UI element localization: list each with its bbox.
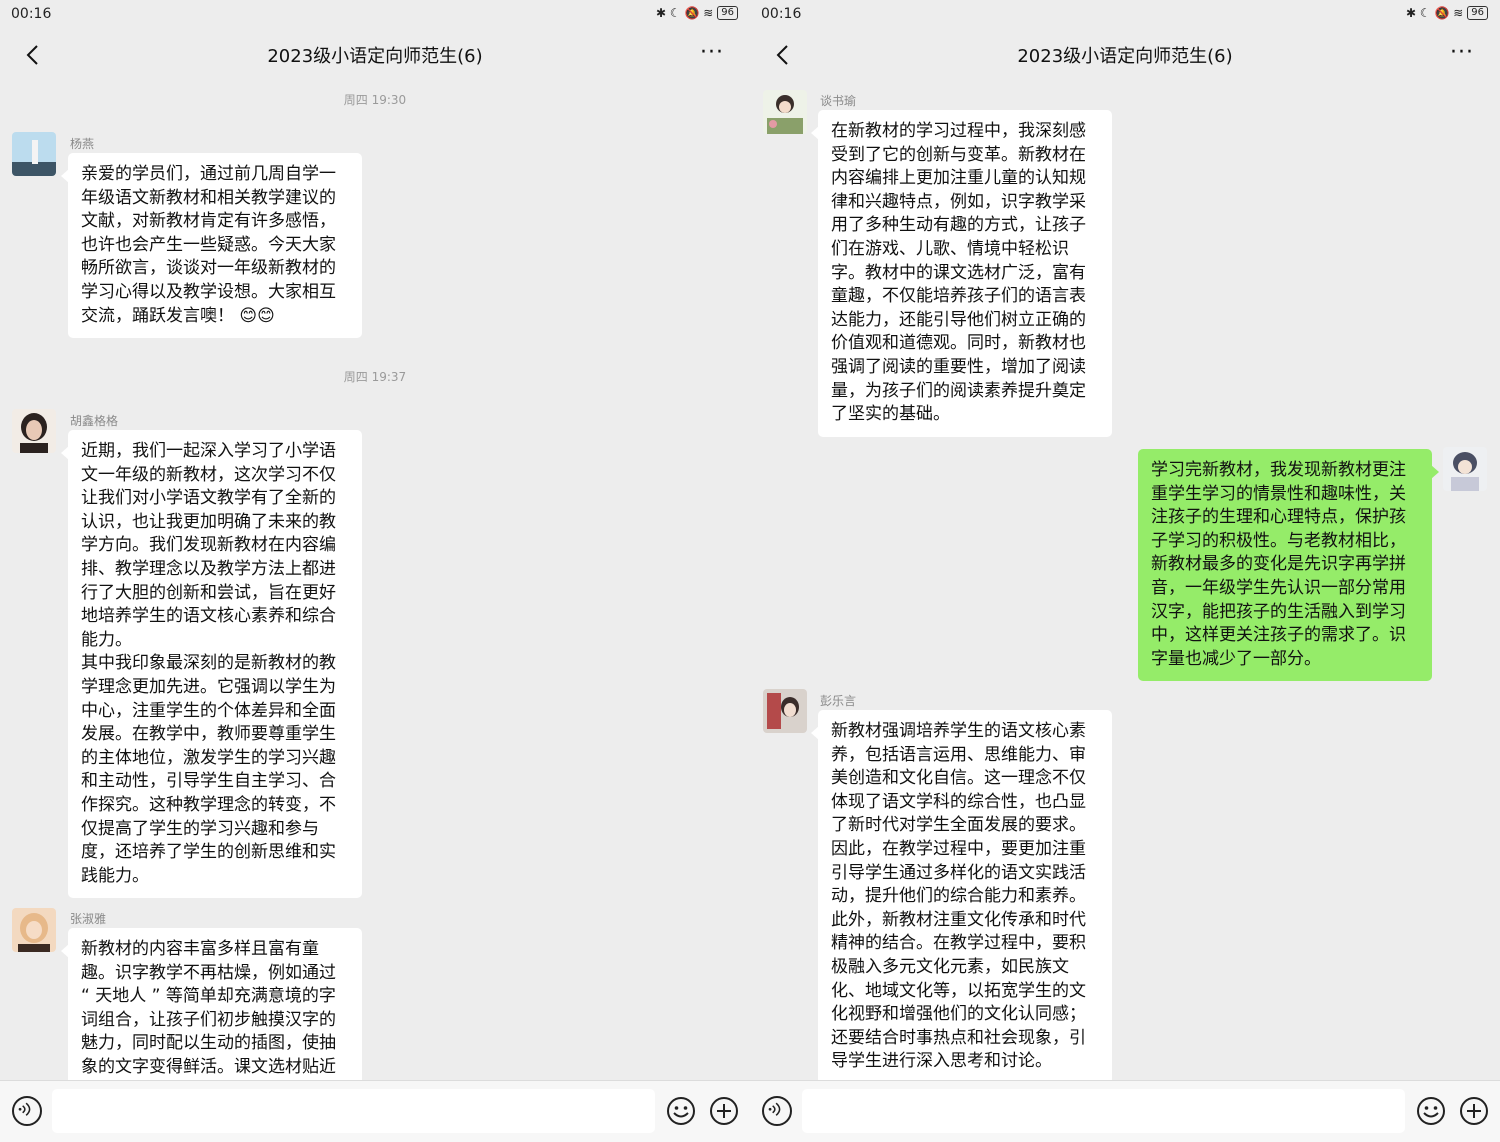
message-bubble[interactable]: 亲爱的学员们，通过前几周自学一 年级语文新教材和相关教学建议的 文献，对新教材肯… — [61, 153, 362, 339]
status-indicator-icons: ✱ ☾ 🔕 ≋ — [656, 6, 714, 20]
timestamp: 周四 19:37 — [343, 370, 407, 384]
chat-title: 2023级小语定向师范生(6) — [1017, 46, 1233, 67]
timestamp: 周四 19:30 — [343, 93, 407, 107]
battery-icon: 96 — [1467, 6, 1488, 20]
voice-input-button[interactable] — [762, 1096, 792, 1126]
message-bubble[interactable]: 近期，我们一起深入学习了小学语 文一年级的新教材，这次学习不仅 让我们对小学语文… — [61, 430, 362, 899]
status-bar: 00:16 ✱ ☾ 🔕 ≋ 96 — [750, 0, 1500, 30]
avatar[interactable] — [763, 689, 807, 733]
message-input[interactable] — [802, 1089, 1405, 1133]
avatar[interactable] — [12, 132, 56, 176]
input-bar — [750, 1080, 1500, 1142]
avatar-image — [12, 908, 56, 952]
battery-icon: 96 — [717, 6, 738, 20]
status-icons: ✱ ☾ 🔕 ≋ 96 — [1406, 6, 1488, 20]
sender-name: 彭乐言 — [820, 694, 857, 708]
status-indicator-icons: ✱ ☾ 🔕 ≋ — [1406, 6, 1464, 20]
message-bubble[interactable]: 新教材强调培养学生的语文核心素 养，包括语言运用、思维能力、审 美创造和文化自信… — [811, 710, 1112, 1080]
right-chat-screen: 00:16 ✱ ☾ 🔕 ≋ 96 2023级小语定向师范生(6) ··· 谈书瑜… — [750, 0, 1500, 1142]
sender-name: 谈书瑜 — [820, 94, 857, 108]
message-input[interactable] — [52, 1089, 655, 1133]
emoji-icon — [667, 1097, 695, 1125]
nav-bar: 2023级小语定向师范生(6) ··· — [750, 30, 1500, 80]
voice-icon — [768, 1102, 781, 1116]
avatar-image — [763, 90, 807, 134]
avatar[interactable] — [12, 908, 56, 952]
avatar-image — [12, 409, 56, 453]
status-time: 00:16 — [11, 6, 52, 22]
avatar-image — [1443, 447, 1487, 491]
status-time: 00:16 — [761, 6, 802, 22]
voice-icon — [18, 1102, 31, 1116]
status-bar: 00:16 ✱ ☾ 🔕 ≋ 96 — [0, 0, 750, 30]
message-bubble[interactable]: 新教材的内容丰富多样且富有童 趣。识字教学不再枯燥，例如通过 “ 天地人 ” 等… — [61, 928, 362, 1080]
message-bubble[interactable]: 在新教材的学习过程中，我深刻感 受到了它的创新与变革。新教材在 内容编排上更加注… — [811, 110, 1112, 437]
message-list[interactable]: 谈书瑜 在新教材的学习过程中，我深刻感 受到了它的创新与变革。新教材在 内容编排… — [750, 80, 1500, 1080]
input-bar — [0, 1080, 750, 1142]
emoji-button[interactable] — [666, 1096, 696, 1126]
avatar-image — [12, 132, 56, 176]
my-avatar[interactable] — [1443, 447, 1487, 491]
chat-title: 2023级小语定向师范生(6) — [267, 46, 483, 67]
avatar[interactable] — [12, 409, 56, 453]
my-message-bubble[interactable]: 学习完新教材，我发现新教材更注 重学生学习的情景性和趣味性，关 注孩子的生理和心… — [1138, 449, 1439, 682]
more-options-button[interactable]: ··· — [1450, 40, 1474, 65]
more-functions-button[interactable] — [709, 1096, 739, 1126]
plus-icon — [1460, 1097, 1488, 1125]
message-list[interactable]: 周四 19:30 杨燕 亲爱的学员们，通过前几周自学一 年级语文新教材和相关教学… — [0, 80, 750, 1080]
avatar-image — [763, 689, 807, 733]
status-icons: ✱ ☾ 🔕 ≋ 96 — [656, 6, 738, 20]
voice-input-button[interactable] — [12, 1096, 42, 1126]
more-options-button[interactable]: ··· — [700, 40, 724, 65]
more-functions-button[interactable] — [1459, 1096, 1489, 1126]
nav-bar: 2023级小语定向师范生(6) ··· — [0, 30, 750, 80]
emoji-button[interactable] — [1416, 1096, 1446, 1126]
plus-icon — [710, 1097, 738, 1125]
sender-name: 胡鑫格格 — [70, 414, 119, 428]
avatar[interactable] — [763, 90, 807, 134]
left-chat-screen: 00:16 ✱ ☾ 🔕 ≋ 96 2023级小语定向师范生(6) ··· 周四 … — [0, 0, 750, 1142]
sender-name: 杨燕 — [70, 137, 95, 151]
emoji-icon — [1417, 1097, 1445, 1125]
sender-name: 张淑雅 — [70, 912, 107, 926]
